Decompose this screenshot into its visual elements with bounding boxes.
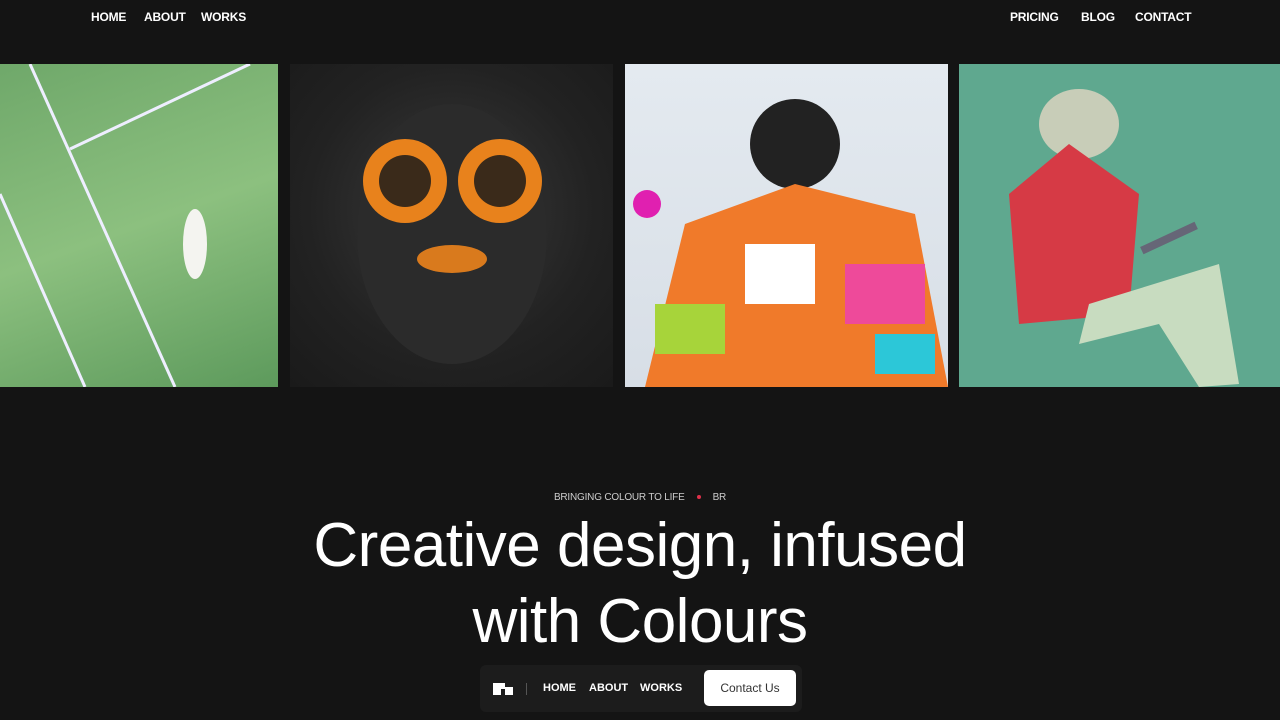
- nav-contact[interactable]: CONTACT: [1135, 10, 1192, 24]
- dock-about[interactable]: ABOUT: [589, 682, 628, 694]
- hero-title-line1: Creative design, infused: [313, 511, 967, 580]
- colourful-jacket-image: [625, 64, 948, 387]
- hero-tagline: BRINGING COLOUR TO LIFE BR: [0, 492, 1280, 503]
- tennis-player-image: [0, 64, 278, 387]
- contact-us-button[interactable]: Contact Us: [704, 670, 796, 706]
- dock-works[interactable]: WORKS: [640, 682, 682, 694]
- accent-dot: [696, 495, 701, 500]
- nav-about[interactable]: ABOUT: [144, 10, 186, 24]
- nav-pricing[interactable]: PRICING: [1010, 10, 1059, 24]
- orange-glasses-portrait-image: [290, 64, 613, 387]
- logo-icon[interactable]: [493, 683, 513, 695]
- tagline-suffix: BR: [712, 492, 727, 503]
- floating-nav: HOME ABOUT WORKS Contact Us: [480, 665, 802, 712]
- nav-blog[interactable]: BLOG: [1081, 10, 1115, 24]
- hoodie-laptop-image: [959, 64, 1280, 387]
- nav-home[interactable]: HOME: [91, 10, 126, 24]
- hero-title: Creative design, infused with Colours: [0, 508, 1280, 660]
- dock-home[interactable]: HOME: [543, 682, 576, 694]
- tagline-text: BRINGING COLOUR TO LIFE: [553, 492, 685, 503]
- divider: [526, 683, 527, 695]
- hero-title-line2: with Colours: [472, 587, 808, 656]
- nav-works[interactable]: WORKS: [201, 10, 246, 24]
